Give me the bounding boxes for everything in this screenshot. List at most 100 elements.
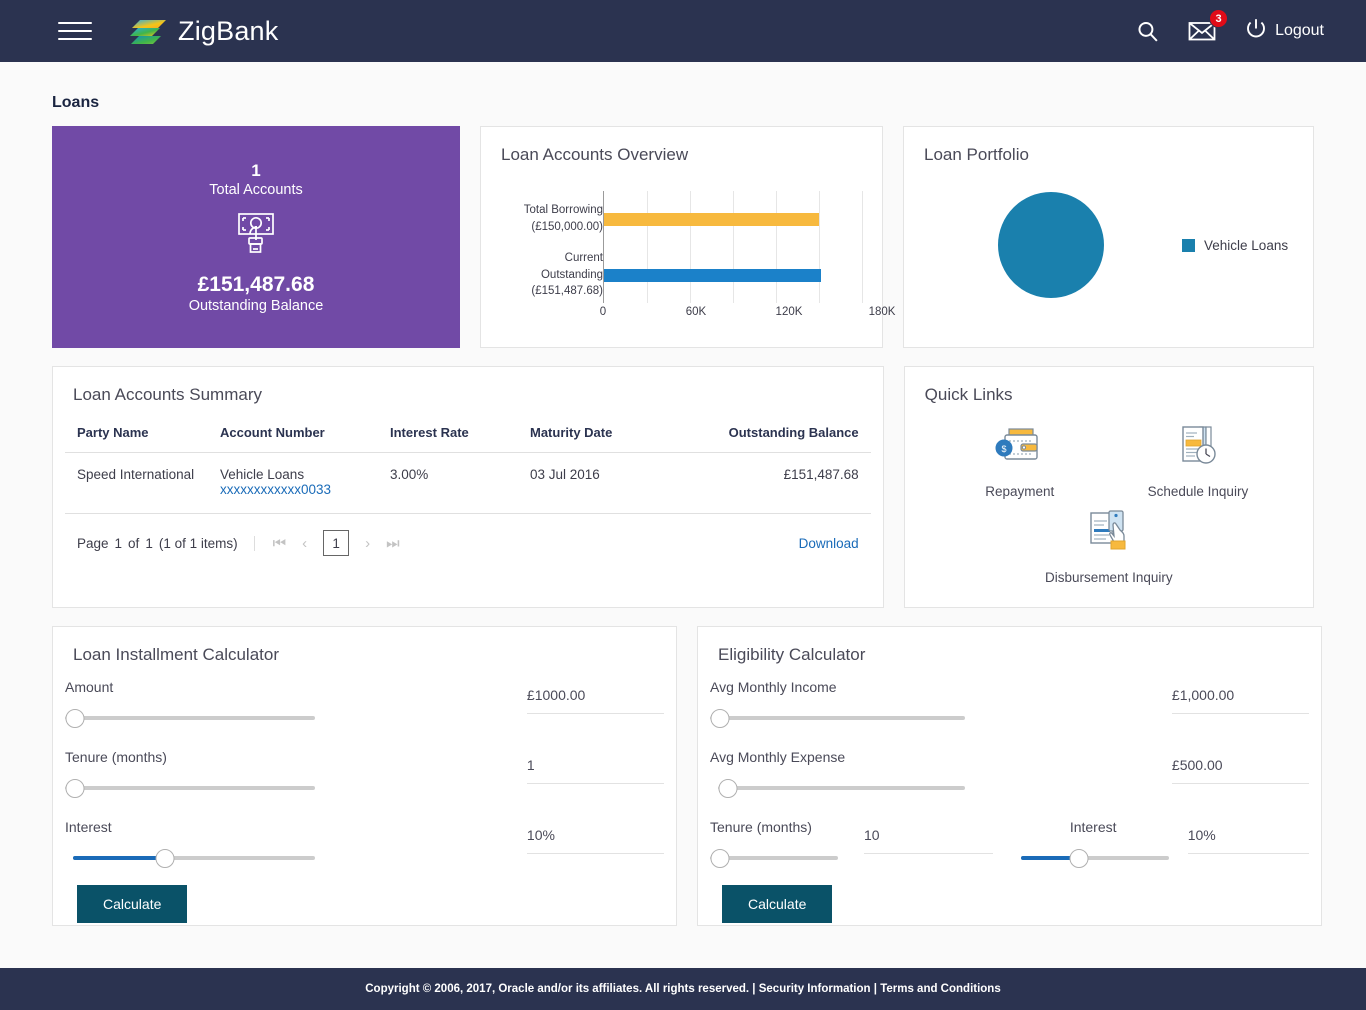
bar-row-total-borrowing: [604, 191, 862, 247]
pie-slice-vehicle-loans[interactable]: [998, 192, 1105, 298]
total-accounts-tile[interactable]: 1 Total Accounts £151,487.68 Outstanding…: [52, 126, 460, 348]
eligibility-income-slider[interactable]: [710, 709, 965, 728]
eligibility-expense-slider[interactable]: [718, 779, 973, 798]
loan-accounts-overview-card: Loan Accounts Overview Total Borrowing (…: [480, 126, 895, 348]
installment-tenure-value: 1: [526, 757, 664, 784]
outstanding-balance-label: Outstanding Balance: [188, 297, 324, 314]
eligibility-expense-field: Avg Monthly Expense: [710, 749, 1172, 798]
installment-tenure-label: Tenure (months): [65, 749, 167, 765]
total-accounts-count: 1: [251, 161, 261, 181]
mail-badge: 3: [1209, 9, 1229, 28]
logout-button[interactable]: Logout: [1244, 17, 1324, 46]
pager-items-count: (1 of 1 items): [158, 535, 238, 551]
outstanding-balance-amount: £151,487.68: [197, 272, 315, 296]
installment-interest-field: Interest: [65, 819, 527, 868]
cell-account-number: Vehicle Loans xxxxxxxxxxxx0033: [220, 452, 390, 514]
eligibility-calculate-button[interactable]: Calculate: [722, 885, 833, 923]
eligibility-tenure-slider-knob[interactable]: [710, 849, 730, 868]
app-footer: Copyright © 2006, 2017, Oracle and/or it…: [0, 968, 1366, 1010]
installment-calculate-button[interactable]: Calculate: [77, 885, 188, 923]
loan-portfolio-title: Loan Portfolio: [924, 145, 1029, 164]
app-header: ZigBank 3 Logout: [0, 0, 1366, 62]
bar-label-current-outstanding: Current Outstanding (£151,487.68): [531, 251, 603, 298]
wallet-money-icon: $: [993, 423, 1047, 474]
power-icon: [1244, 17, 1268, 46]
pager-current-page: 1: [114, 535, 123, 551]
quick-link-schedule-inquiry-label: Schedule Inquiry: [1147, 484, 1249, 499]
footer-copyright: Copyright © 2006, 2017, Oracle and/or it…: [365, 983, 756, 995]
installment-interest-slider-knob[interactable]: [155, 849, 175, 868]
footer-text: Copyright © 2006, 2017, Oracle and/or it…: [365, 983, 1000, 995]
bar-category-labels: Total Borrowing (£150,000.00) Current Ou…: [495, 191, 603, 303]
header-actions: 3 Logout: [1135, 9, 1344, 46]
quick-link-schedule-inquiry[interactable]: Schedule Inquiry: [1109, 423, 1287, 501]
cell-outstanding-balance: £151,487.68: [705, 452, 871, 514]
installment-tenure-row: Tenure (months) 1: [65, 749, 664, 798]
cell-interest-rate: 3.00%: [390, 452, 530, 514]
quick-link-disbursement-inquiry[interactable]: Disbursement Inquiry: [931, 507, 1287, 587]
brand[interactable]: ZigBank: [130, 16, 278, 47]
cell-maturity-date: 03 Jul 2016: [530, 452, 705, 514]
account-number-link[interactable]: xxxxxxxxxxxx0033: [220, 482, 390, 497]
eligibility-expense-row: Avg Monthly Expense £500.00: [710, 749, 1309, 798]
eligibility-interest-label: Interest: [1069, 819, 1117, 835]
security-information-link[interactable]: Security Information: [759, 983, 871, 995]
logout-label: Logout: [1275, 22, 1324, 39]
th-outstanding-balance: Outstanding Balance: [705, 405, 871, 453]
quick-link-repayment[interactable]: $ Repayment: [931, 423, 1109, 501]
installment-amount-field: Amount: [65, 679, 527, 728]
installment-tenure-slider-knob[interactable]: [65, 779, 85, 798]
quick-link-repayment-label: Repayment: [985, 484, 1055, 499]
bar-total-borrowing: [604, 212, 819, 226]
installment-interest-slider[interactable]: [73, 849, 323, 868]
search-icon[interactable]: [1135, 19, 1160, 44]
terms-and-conditions-link[interactable]: Terms and Conditions: [880, 983, 1001, 995]
pager-total-pages: 1: [145, 535, 153, 551]
pager-controls: ⏮ ‹ 1 › ⏭: [255, 530, 400, 556]
installment-tenure-field: Tenure (months): [65, 749, 527, 798]
installment-amount-slider-knob[interactable]: [65, 709, 85, 728]
eligibility-income-slider-knob[interactable]: [710, 709, 730, 728]
prev-page-icon[interactable]: ‹: [302, 535, 307, 552]
x-tick-120k: 120K: [775, 306, 803, 318]
quick-links-title: Quick Links: [924, 385, 1013, 404]
installment-amount-slider[interactable]: [65, 709, 315, 728]
next-page-icon[interactable]: ›: [365, 535, 370, 552]
bar-current-outstanding: [604, 268, 822, 282]
quick-links-grid: $ Repayment Schedule Inquiry Disbursemen…: [905, 405, 1313, 593]
cell-party-name: Speed International: [65, 452, 220, 514]
table-row: Speed International Vehicle Loans xxxxxx…: [65, 452, 871, 514]
mail-icon[interactable]: 3: [1188, 9, 1229, 42]
svg-text:$: $: [1001, 444, 1006, 454]
pager-page-word: Page: [77, 535, 109, 551]
installment-tenure-slider[interactable]: [65, 779, 315, 798]
x-tick-60k: 60K: [685, 306, 707, 318]
installment-interest-row: Interest 10%: [65, 819, 664, 868]
table-pager: Page 1 of 1 (1 of 1 items) ⏮ ‹ 1 › ⏭ Dow…: [65, 514, 871, 556]
first-page-icon[interactable]: ⏮: [273, 535, 287, 552]
zigbank-logo-icon: [130, 16, 168, 46]
hand-document-icon: [1081, 507, 1137, 560]
loan-portfolio-chart: Vehicle Loans: [904, 165, 1313, 325]
th-interest-rate: Interest Rate: [390, 405, 530, 453]
last-page-icon[interactable]: ⏭: [386, 535, 400, 552]
legend-swatch-vehicle-loans: [1182, 238, 1196, 252]
eligibility-tenure-slider[interactable]: [710, 849, 845, 868]
summary-row: Loan Accounts Summary Party Name Account…: [52, 366, 1314, 608]
download-link[interactable]: Download: [799, 536, 859, 551]
installment-calculator-body: Amount £1000.00 Tenure (months) 1 Intere…: [53, 665, 676, 923]
loan-installment-calculator-card: Loan Installment Calculator Amount £1000…: [52, 626, 677, 926]
th-party-name: Party Name: [65, 405, 220, 453]
account-type-label: Vehicle Loans: [220, 467, 305, 482]
installment-amount-row: Amount £1000.00: [65, 679, 664, 728]
eligibility-expense-slider-knob[interactable]: [718, 779, 738, 798]
table-header-row: Party Name Account Number Interest Rate …: [65, 405, 871, 453]
eligibility-interest-slider-knob[interactable]: [1069, 849, 1089, 868]
cash-in-hand-icon: [233, 212, 279, 261]
installment-interest-label: Interest: [65, 819, 112, 835]
hamburger-icon[interactable]: [58, 18, 92, 44]
eligibility-interest-slider[interactable]: [1020, 849, 1176, 868]
page-number-box[interactable]: 1: [323, 530, 350, 556]
document-clock-icon: [1171, 423, 1225, 474]
th-maturity-date: Maturity Date: [530, 405, 705, 453]
